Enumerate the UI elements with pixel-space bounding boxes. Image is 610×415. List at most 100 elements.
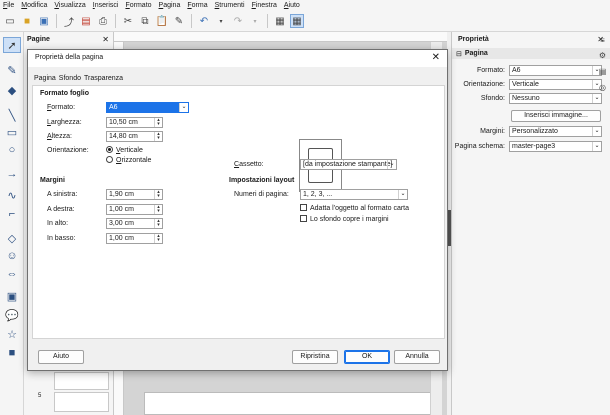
ok-button[interactable]: OK xyxy=(344,350,390,364)
orientazione-label: Orientazione: xyxy=(47,147,89,154)
cassetto-select[interactable]: [da impostazione stampante] ⌄ xyxy=(300,159,397,170)
spin-arrows-icon[interactable]: ▴ ▾ xyxy=(154,205,162,214)
line-color-icon[interactable]: ✎ xyxy=(3,62,21,78)
numeri-pagina-select[interactable]: 1, 2, 3, ... ⌄ xyxy=(300,189,408,200)
orizzontale-radio[interactable] xyxy=(106,156,113,163)
sidebar-section-pagina[interactable]: ⊟ Pagina xyxy=(452,48,610,59)
group-formato-foglio: Formato foglio xyxy=(40,90,89,97)
menubar: File Modifica Visualizza Inserisci Forma… xyxy=(0,0,610,11)
menu-modifica[interactable]: Modifica xyxy=(21,2,47,9)
spin-arrows-icon[interactable]: ▴ ▾ xyxy=(154,219,162,228)
page-thumbnail[interactable] xyxy=(54,392,109,412)
line-arrow-icon[interactable]: → xyxy=(3,166,21,182)
stars-icon[interactable]: ☆ xyxy=(3,326,21,342)
page-properties-dialog: Proprietà della pagina ✕ Pagina Sfondo T… xyxy=(27,49,448,371)
block-arrows-icon[interactable]: ⇔ xyxy=(3,266,21,282)
margin-right-spinbox[interactable]: 1,00 cm ▴ ▾ xyxy=(106,204,163,215)
select-arrow-icon[interactable]: ➚ xyxy=(3,37,21,53)
copy-icon[interactable]: ⧉ xyxy=(138,14,152,28)
properties-deck-icon[interactable]: ⚙ xyxy=(597,50,608,61)
margin-top-label: In alto: xyxy=(47,220,69,227)
undo-icon[interactable]: ↶ xyxy=(197,14,211,28)
margin-top-spinbox[interactable]: 3,00 cm ▴ ▾ xyxy=(106,218,163,229)
cancel-button[interactable]: Annulla xyxy=(394,350,440,364)
menu-file[interactable]: File xyxy=(3,2,14,9)
spin-arrows-icon[interactable]: ▴ ▾ xyxy=(154,118,162,127)
symbol-shapes-icon[interactable]: ☺ xyxy=(3,248,21,264)
sidebar-sfondo-select[interactable]: Nessuno ⌄ xyxy=(509,93,602,104)
margin-left-spinbox[interactable]: 1,90 cm ▴ ▾ xyxy=(106,189,163,200)
sidebar-menu-icon[interactable]: ≡ xyxy=(597,35,608,46)
grid-icon[interactable]: ▦ xyxy=(273,14,287,28)
menu-forma[interactable]: Forma xyxy=(187,2,207,9)
horizontal-ruler[interactable] xyxy=(114,32,447,42)
flowchart-icon[interactable]: ▣ xyxy=(3,288,21,304)
reset-button[interactable]: Ripristina xyxy=(292,350,338,364)
undo-dropdown-icon[interactable]: ▾ xyxy=(214,14,228,28)
gallery-deck-icon[interactable]: ▤ xyxy=(597,66,608,77)
adatta-label[interactable]: Adatta l'oggetto al formato carta xyxy=(310,205,409,212)
page-thumbnail[interactable] xyxy=(54,372,109,390)
print-icon[interactable]: ⎙ xyxy=(96,14,110,28)
sfondo-copre-label[interactable]: Lo sfondo copre i margini xyxy=(310,216,389,223)
menu-aiuto[interactable]: Aiuto xyxy=(284,2,300,9)
tab-sfondo[interactable]: Sfondo xyxy=(59,75,81,82)
chevron-down-icon: ⌄ xyxy=(179,103,188,112)
numeri-pagina-label: Numeri di pagina: xyxy=(234,191,289,198)
basic-shapes-icon[interactable]: ◇ xyxy=(3,230,21,246)
sidebar-schema-select[interactable]: master-page3 ⌄ xyxy=(509,141,602,152)
rectangle-tool-icon[interactable]: ▭ xyxy=(3,124,21,140)
close-icon[interactable]: ✕ xyxy=(432,52,440,63)
formato-label: Formato: xyxy=(47,104,76,111)
toolbar-separator xyxy=(115,14,116,28)
menu-visualizza[interactable]: Visualizza xyxy=(54,2,85,9)
menu-strumenti[interactable]: Strumenti xyxy=(215,2,245,9)
fill-color-icon[interactable]: ◆ xyxy=(3,82,21,98)
sidebar-formato-select[interactable]: A6 ⌄ xyxy=(509,65,602,76)
spin-arrows-icon[interactable]: ▴ ▾ xyxy=(154,190,162,199)
tab-pagina[interactable]: Pagina xyxy=(34,75,56,82)
larghezza-spinbox[interactable]: 10,50 cm ▴ ▾ xyxy=(106,117,163,128)
line-tool-icon[interactable]: ╲ xyxy=(3,107,21,123)
redo-dropdown-icon[interactable]: ▾ xyxy=(248,14,262,28)
drawing-page[interactable] xyxy=(144,392,434,415)
redo-icon[interactable]: ↷ xyxy=(231,14,245,28)
spin-arrows-icon[interactable]: ▴ ▾ xyxy=(154,234,162,243)
spin-arrows-icon[interactable]: ▴ ▾ xyxy=(154,132,162,141)
menu-formato[interactable]: Formato xyxy=(125,2,151,9)
menu-finestra[interactable]: Finestra xyxy=(252,2,277,9)
navigator-deck-icon[interactable]: ◎ xyxy=(597,82,608,93)
verticale-label[interactable]: Verticale xyxy=(116,147,143,154)
new-document-icon[interactable]: ▭ xyxy=(3,14,17,28)
collapse-minus-icon[interactable]: ⊟ xyxy=(456,50,462,58)
tab-trasparenza[interactable]: Trasparenza xyxy=(84,75,123,82)
menu-inserisci[interactable]: Inserisci xyxy=(93,2,119,9)
display-grid-icon[interactable]: ▦ xyxy=(290,14,304,28)
open-folder-icon[interactable]: ■ xyxy=(20,14,34,28)
insert-image-button[interactable]: Inserisci immagine... xyxy=(511,110,601,122)
paste-icon[interactable]: 📋 xyxy=(155,14,169,28)
ellipse-tool-icon[interactable]: ○ xyxy=(3,142,21,158)
save-icon[interactable]: ▣ xyxy=(37,14,51,28)
menu-pagina[interactable]: Pagina xyxy=(159,2,181,9)
connector-icon[interactable]: ⌐ xyxy=(3,206,21,222)
sidebar-orientazione-select[interactable]: Verticale ⌄ xyxy=(509,79,602,90)
close-icon[interactable]: ✕ xyxy=(102,35,109,44)
curve-tool-icon[interactable]: ∿ xyxy=(3,187,21,203)
adatta-checkbox[interactable] xyxy=(300,204,307,211)
export-pdf-icon[interactable]: ▤ xyxy=(79,14,93,28)
cut-icon[interactable]: ✂ xyxy=(121,14,135,28)
sidebar-margini-select[interactable]: Personalizzato ⌄ xyxy=(509,126,602,137)
orizzontale-label[interactable]: Orizzontale xyxy=(116,157,151,164)
help-button[interactable]: Aiuto xyxy=(38,350,84,364)
margin-bottom-spinbox[interactable]: 1,00 cm ▴ ▾ xyxy=(106,233,163,244)
formato-select[interactable]: A6 ⌄ xyxy=(106,102,189,113)
toolbar-separator xyxy=(56,14,57,28)
sfondo-copre-checkbox[interactable] xyxy=(300,215,307,222)
clone-formatting-icon[interactable]: ✎ xyxy=(172,14,186,28)
shadow-icon[interactable]: ■ xyxy=(3,345,21,361)
export-icon[interactable]: ⤴ xyxy=(62,14,76,29)
callout-icon[interactable]: 💬 xyxy=(3,307,21,323)
verticale-radio[interactable] xyxy=(106,146,113,153)
altezza-spinbox[interactable]: 14,80 cm ▴ ▾ xyxy=(106,131,163,142)
